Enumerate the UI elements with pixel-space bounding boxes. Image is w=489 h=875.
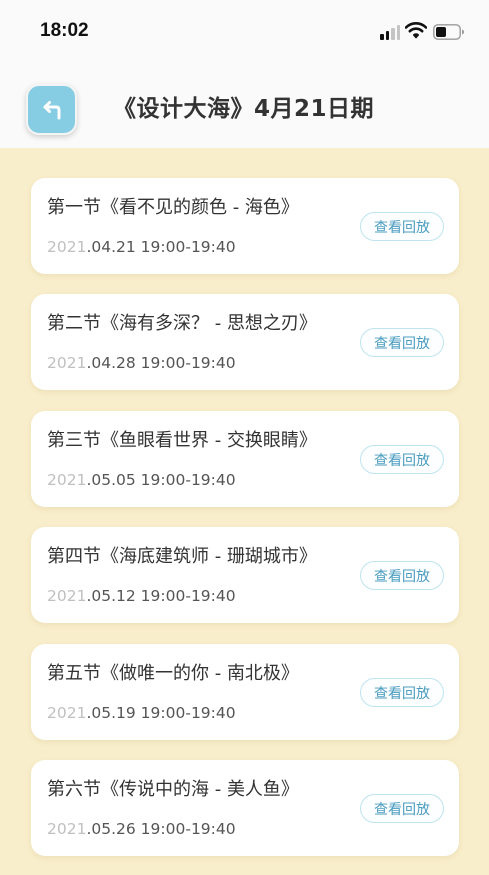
lesson-year: 2021 xyxy=(47,238,87,256)
battery-icon xyxy=(433,24,464,40)
lesson-title: 第三节《鱼眼看世界 - 交换眼睛》 xyxy=(47,430,317,451)
lesson-time-rest: .04.21 19:00-19:40 xyxy=(86,238,236,256)
lesson-time: 2021.04.28 19:00-19:40 xyxy=(47,354,236,372)
lesson-title: 第二节《海有多深？ - 思想之刃》 xyxy=(47,313,317,334)
lesson-time: 2021.05.19 19:00-19:40 xyxy=(47,704,236,722)
wifi-icon xyxy=(405,22,427,39)
lesson-time: 2021.05.26 19:00-19:40 xyxy=(47,820,236,838)
lesson-time-rest: .05.19 19:00-19:40 xyxy=(86,704,236,722)
view-replay-button[interactable]: 查看回放 xyxy=(360,445,444,474)
lesson-card[interactable]: 第六节《传说中的海 - 美人鱼》 2021.05.26 19:00-19:40 … xyxy=(31,760,459,856)
lesson-card[interactable]: 第一节《看不见的颜色 - 海色》 2021.04.21 19:00-19:40 … xyxy=(31,178,459,274)
lesson-time-rest: .04.28 19:00-19:40 xyxy=(86,354,236,372)
lesson-time-rest: .05.05 19:00-19:40 xyxy=(86,471,236,489)
cellular-signal-icon xyxy=(380,24,402,40)
lesson-year: 2021 xyxy=(47,704,87,722)
top-area: 18:02 《设计大海》4月21日期 xyxy=(0,0,489,148)
status-time: 18:02 xyxy=(40,20,89,41)
lesson-title: 第一节《看不见的颜色 - 海色》 xyxy=(47,197,299,218)
view-replay-button[interactable]: 查看回放 xyxy=(360,678,444,707)
lesson-card[interactable]: 第二节《海有多深？ - 思想之刃》 2021.04.28 19:00-19:40… xyxy=(31,294,459,390)
status-bar: 18:02 xyxy=(0,0,489,62)
back-arrow-icon xyxy=(43,100,60,119)
view-replay-button[interactable]: 查看回放 xyxy=(360,212,444,241)
view-replay-button[interactable]: 查看回放 xyxy=(360,561,444,590)
lesson-year: 2021 xyxy=(47,354,87,372)
lesson-card[interactable]: 第三节《鱼眼看世界 - 交换眼睛》 2021.05.05 19:00-19:40… xyxy=(31,411,459,507)
lesson-year: 2021 xyxy=(47,587,87,605)
lesson-time: 2021.05.12 19:00-19:40 xyxy=(47,587,236,605)
lesson-year: 2021 xyxy=(47,820,87,838)
lesson-card[interactable]: 第四节《海底建筑师 - 珊瑚城市》 2021.05.12 19:00-19:40… xyxy=(31,527,459,623)
lesson-time: 2021.04.21 19:00-19:40 xyxy=(47,238,236,256)
back-button[interactable] xyxy=(26,84,77,135)
lesson-time-rest: .05.12 19:00-19:40 xyxy=(86,587,236,605)
lesson-time-rest: .05.26 19:00-19:40 xyxy=(86,820,236,838)
view-replay-button[interactable]: 查看回放 xyxy=(360,328,444,357)
lesson-year: 2021 xyxy=(47,471,87,489)
nav-bar: 《设计大海》4月21日期 xyxy=(0,75,489,139)
lesson-title: 第四节《海底建筑师 - 珊瑚城市》 xyxy=(47,546,317,567)
lesson-title: 第六节《传说中的海 - 美人鱼》 xyxy=(47,779,299,800)
lesson-card[interactable]: 第五节《做唯一的你 - 南北极》 2021.05.19 19:00-19:40 … xyxy=(31,644,459,740)
view-replay-button[interactable]: 查看回放 xyxy=(360,794,444,823)
page-title: 《设计大海》4月21日期 xyxy=(113,96,375,122)
lesson-title: 第五节《做唯一的你 - 南北极》 xyxy=(47,663,299,684)
lesson-time: 2021.05.05 19:00-19:40 xyxy=(47,471,236,489)
